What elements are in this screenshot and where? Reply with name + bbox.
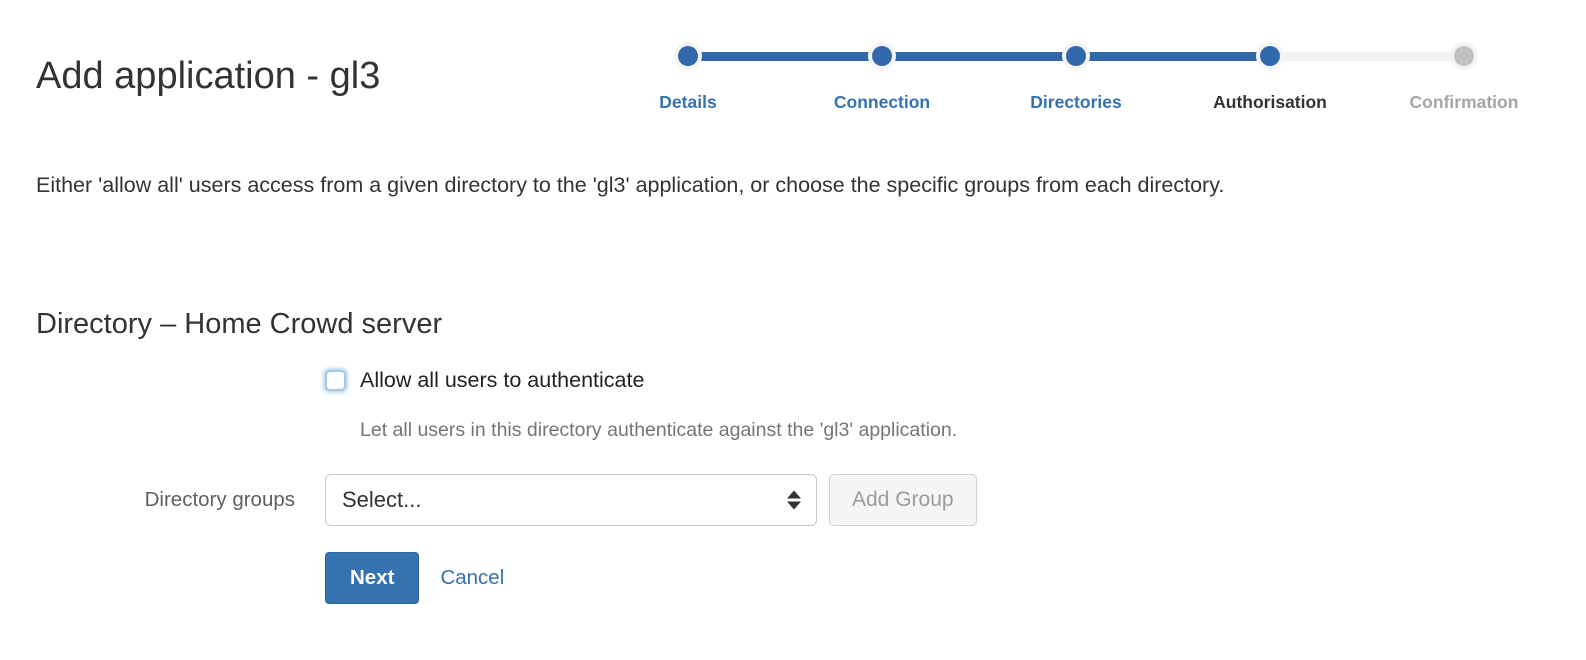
progress-tracker: Details Connection Directories Authorisa… <box>591 40 1561 130</box>
step-dot-connection <box>872 46 892 66</box>
directory-groups-row: Directory groups Select... Add Group <box>36 474 977 526</box>
step-dot-authorisation <box>1260 46 1280 66</box>
intro-description: Either 'allow all' users access from a g… <box>36 165 1476 205</box>
directory-groups-selected-value: Select... <box>342 487 421 513</box>
directory-groups-select[interactable]: Select... <box>325 474 817 526</box>
cancel-link[interactable]: Cancel <box>440 566 504 590</box>
allow-all-row: Allow all users to authenticate <box>325 368 644 393</box>
allow-all-help-text: Let all users in this directory authenti… <box>360 419 957 442</box>
step-label-authorisation: Authorisation <box>1213 92 1327 113</box>
step-dot-confirmation <box>1454 46 1474 66</box>
directory-groups-label: Directory groups <box>36 488 295 512</box>
arrow-down-icon <box>787 502 801 510</box>
step-authorisation: Authorisation <box>1173 40 1367 113</box>
add-group-button[interactable]: Add Group <box>829 474 977 526</box>
step-label-directories[interactable]: Directories <box>1030 92 1121 113</box>
step-directories: Directories <box>979 40 1173 113</box>
arrow-up-icon <box>787 491 801 499</box>
step-dot-directories <box>1066 46 1086 66</box>
step-details: Details <box>591 40 785 113</box>
progress-steps: Details Connection Directories Authorisa… <box>591 40 1561 113</box>
step-dot-details <box>678 46 698 66</box>
step-label-details[interactable]: Details <box>659 92 716 113</box>
step-label-confirmation: Confirmation <box>1410 92 1519 113</box>
wizard-actions-row: Next Cancel <box>325 552 504 604</box>
step-connection: Connection <box>785 40 979 113</box>
step-confirmation: Confirmation <box>1367 40 1561 113</box>
allow-all-label[interactable]: Allow all users to authenticate <box>360 368 644 393</box>
step-label-connection[interactable]: Connection <box>834 92 930 113</box>
allow-all-checkbox[interactable] <box>325 370 346 391</box>
next-button[interactable]: Next <box>325 552 419 604</box>
page-title: Add application - gl3 <box>36 55 380 98</box>
select-spinner-arrows-icon <box>787 491 801 510</box>
directory-section-title: Directory – Home Crowd server <box>36 308 442 341</box>
add-application-wizard-page: Add application - gl3 Details Connection… <box>0 0 1586 660</box>
